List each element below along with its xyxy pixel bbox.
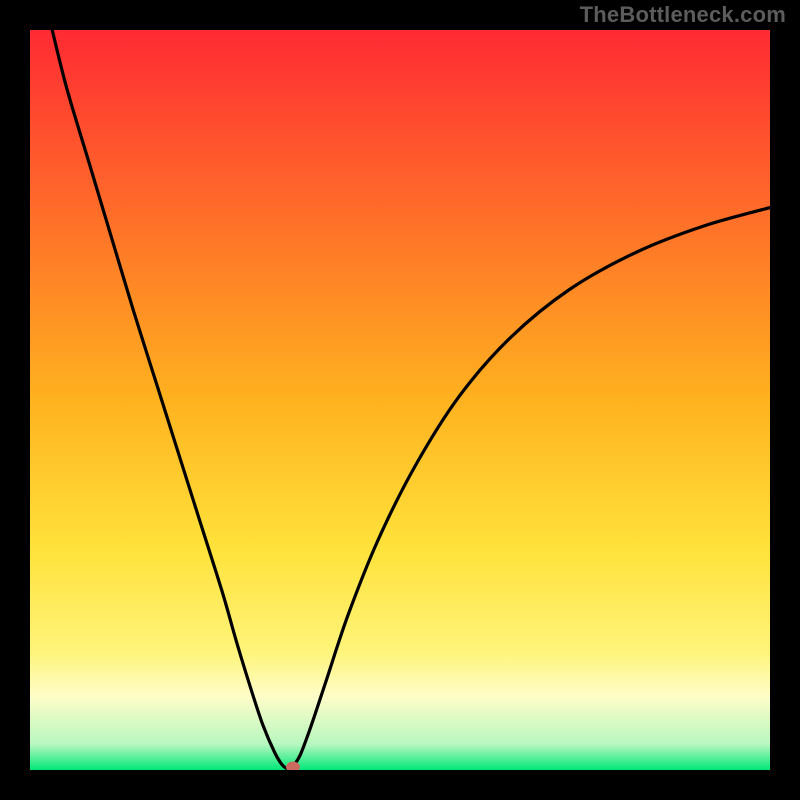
plot-area (30, 30, 770, 770)
watermark-text: TheBottleneck.com (580, 2, 786, 28)
gradient-background (30, 30, 770, 770)
chart-frame: TheBottleneck.com (0, 0, 800, 800)
minimum-marker (286, 762, 300, 770)
plot-svg (30, 30, 770, 770)
